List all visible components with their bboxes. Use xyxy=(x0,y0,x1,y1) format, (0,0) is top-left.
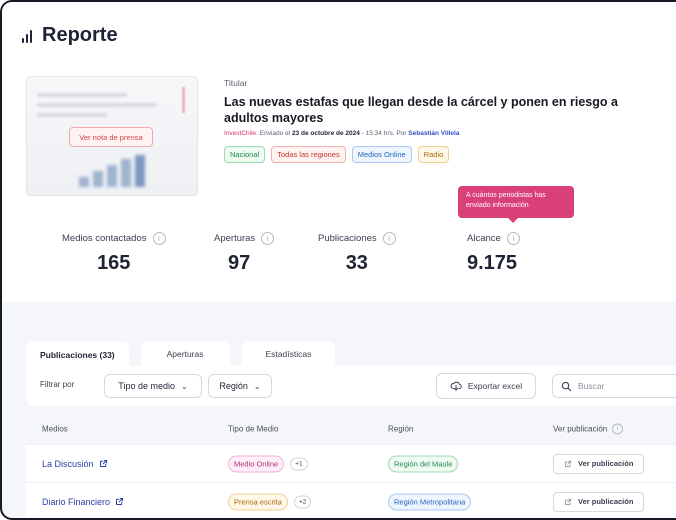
media-link[interactable]: La Discusión xyxy=(42,459,108,469)
media-type-pill: Prensa escrita xyxy=(228,493,288,510)
release-meta: InvestChile. Enviado el 23 de octubre de… xyxy=(224,130,664,137)
table-row: La Discusión Medio Online +1 Región del Mau… xyxy=(26,444,676,482)
stat-value: 97 xyxy=(228,252,251,274)
region-tag: Nacional xyxy=(224,146,266,163)
sent-time: - 15:34 hrs. Por xyxy=(359,130,409,137)
stat-aperturas: Aperturas i 97 xyxy=(214,232,275,275)
report-tabs: Publicaciones (33) Aperturas Estadística… xyxy=(26,342,336,368)
cloud-download-icon xyxy=(450,381,462,391)
org-name: InvestChile xyxy=(224,130,257,137)
stat-label: Medios contactados xyxy=(62,233,147,244)
region-pill: Región del Maule xyxy=(388,455,459,472)
view-publication-button[interactable]: Ver publicación xyxy=(553,453,645,474)
region-pill: Región Metropolitana xyxy=(388,493,472,510)
info-icon[interactable]: i xyxy=(506,232,520,245)
media-name: La Discusión xyxy=(42,458,94,469)
stat-label: Alcance xyxy=(467,233,501,244)
view-publication-button[interactable]: Ver publicación xyxy=(553,491,645,512)
thumbnail-blur-line xyxy=(37,103,157,107)
tab-estadisticas[interactable]: Estadísticas xyxy=(241,342,336,366)
info-icon[interactable]: i xyxy=(152,232,166,245)
page-title-text: Reporte xyxy=(42,24,118,46)
tab-aperturas[interactable]: Aperturas xyxy=(140,342,230,366)
release-tags: Nacional Todas las regiones Medios Online R… xyxy=(224,146,664,163)
table-header: Medios Tipo de Medio Región Ver publicac… xyxy=(26,414,676,444)
col-tipo-medio: Tipo de Medio xyxy=(228,424,279,434)
search-input[interactable] xyxy=(578,381,676,391)
stat-alcance: Alcance i 9.175 xyxy=(467,232,520,275)
filter-bar: Filtrar por Tipo de medio ⌄ Región ⌄ Exp… xyxy=(26,366,676,406)
external-link-icon xyxy=(99,460,107,467)
search-icon xyxy=(561,381,572,391)
external-link-icon xyxy=(564,498,572,505)
stat-value: 165 xyxy=(97,252,131,274)
filter-label: Filtrar por xyxy=(40,380,75,389)
chevron-down-icon: ⌄ xyxy=(253,381,261,391)
col-ver-publicacion-label: Ver publicación xyxy=(553,424,608,434)
page-title: Reporte xyxy=(22,24,118,47)
bar-chart-icon xyxy=(22,29,32,43)
region-tag: Todas las regiones xyxy=(271,146,346,163)
press-release-thumbnail[interactable]: Ver nota de prensa xyxy=(26,76,198,196)
media-type-cell: Medio Online +1 xyxy=(228,455,308,472)
search-box[interactable] xyxy=(552,374,676,398)
export-excel-button[interactable]: Exportar excel xyxy=(436,373,536,399)
info-icon[interactable]: i xyxy=(382,232,396,245)
view-publication-label: Ver publicación xyxy=(578,497,634,506)
stat-publicaciones: Publicaciones i 33 xyxy=(318,232,396,275)
more-types-badge[interactable]: +1 xyxy=(290,457,308,470)
thumbnail-accent xyxy=(182,87,185,113)
headline: Las nuevas estafas que llegan desde la c… xyxy=(224,95,618,125)
media-type-select[interactable]: Tipo de medio ⌄ xyxy=(104,374,202,398)
author-name: Sebastián Villela xyxy=(408,130,460,137)
media-link[interactable]: Diario Financiero xyxy=(42,497,124,507)
sent-prefix: . Enviado el xyxy=(256,130,292,137)
release-info: Titular Las nuevas estafas que llegan de… xyxy=(224,78,664,163)
export-excel-label: Exportar excel xyxy=(467,381,523,391)
external-link-icon xyxy=(564,460,572,467)
region-tag: Medios Online xyxy=(351,146,412,163)
thumbnail-blur-line xyxy=(37,93,127,97)
info-icon[interactable]: i xyxy=(261,232,275,245)
stat-value: 9.175 xyxy=(467,252,518,274)
stat-label: Publicaciones xyxy=(318,233,377,244)
region-select-value: Región xyxy=(219,381,248,391)
more-types-badge[interactable]: +2 xyxy=(293,495,312,508)
publications-table: Medios Tipo de Medio Región Ver publicac… xyxy=(26,414,676,518)
tab-publicaciones[interactable]: Publicaciones (33) xyxy=(26,342,129,368)
info-icon[interactable]: i xyxy=(612,423,624,435)
external-link-icon xyxy=(116,498,124,505)
table-row: Diario Financiero Prensa escrita +2 Región … xyxy=(26,482,676,518)
view-press-release-button[interactable]: Ver nota de prensa xyxy=(69,127,153,147)
media-type-select-value: Tipo de medio xyxy=(118,381,175,391)
sent-date: 23 de octubre de 2024 xyxy=(291,130,360,137)
thumbnail-blur-line xyxy=(37,113,107,117)
region-select[interactable]: Región ⌄ xyxy=(208,374,272,398)
view-publication-label: Ver publicación xyxy=(578,459,634,468)
headline-label: Titular xyxy=(224,78,248,88)
media-type-cell: Prensa escrita +2 xyxy=(228,493,312,510)
stat-medios-contactados: Medios contactados i 165 xyxy=(62,232,166,275)
report-window: Reporte Ver nota de prensa Titular Las n… xyxy=(0,0,676,520)
region-tag: Radio xyxy=(417,146,450,163)
col-medios: Medios xyxy=(42,424,68,434)
stat-value: 33 xyxy=(345,252,368,274)
table-body: La Discusión Medio Online +1 Región del Mau… xyxy=(26,444,676,518)
media-type-pill: Medio Online xyxy=(228,455,285,472)
thumbnail-chart-graphic xyxy=(79,155,159,187)
media-name: Diario Financiero xyxy=(42,496,111,507)
reach-tooltip: A cuántos periodistas has enviado inform… xyxy=(458,186,574,223)
chevron-down-icon: ⌄ xyxy=(181,381,188,391)
stat-label: Aperturas xyxy=(214,233,256,244)
report-header: Reporte Ver nota de prensa Titular Las n… xyxy=(2,2,676,302)
col-region: Región xyxy=(388,424,414,434)
col-ver-publicacion: Ver publicación i xyxy=(553,423,624,435)
